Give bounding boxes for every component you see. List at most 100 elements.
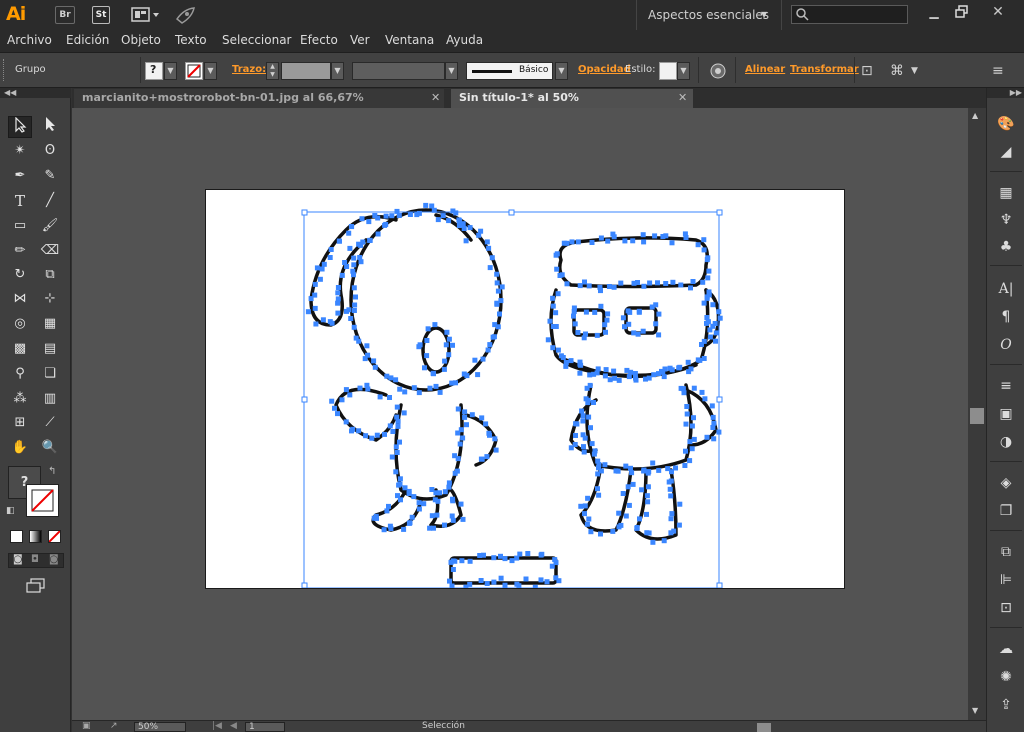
artboard[interactable] — [205, 189, 845, 590]
menu-objeto[interactable]: Objeto — [121, 30, 161, 52]
gradient-mode-button[interactable] — [29, 530, 42, 543]
control-panel-menu[interactable]: ≡ — [992, 62, 1004, 80]
more-options-dropdown[interactable]: ▼ — [911, 62, 918, 80]
handle-top-right[interactable] — [716, 209, 723, 216]
gradient-panel-button[interactable]: ▣ — [994, 403, 1018, 425]
close-window-button[interactable]: ✕ — [984, 2, 1012, 22]
dock-header[interactable]: ▶▶ — [987, 88, 1024, 98]
arrange-documents-button[interactable] — [131, 6, 161, 24]
swap-fill-stroke-button[interactable]: ↰ — [48, 466, 56, 477]
gpu-performance-button[interactable] — [174, 5, 198, 25]
layers-button[interactable]: ◈ — [994, 472, 1018, 494]
stroke-weight-input[interactable] — [281, 62, 331, 80]
recolor-artwork-button[interactable] — [709, 62, 727, 80]
export-button[interactable]: ⇪ — [994, 694, 1018, 716]
tab-marcianito-document[interactable]: marcianito+mostrorobot-bn-01.jpg al 66,6… — [74, 89, 444, 122]
transparency-button[interactable]: ◑ — [994, 431, 1018, 453]
tools-panel-header[interactable]: ◀◀ — [0, 88, 71, 98]
stock-button[interactable]: St — [92, 6, 110, 24]
column-graph-tool[interactable]: ▥ — [38, 388, 62, 410]
transform-button[interactable]: ⊡ — [994, 597, 1018, 619]
selection-tool[interactable] — [8, 116, 32, 138]
gradient-tool[interactable]: ▤ — [38, 338, 62, 360]
align-panel-link[interactable]: Alinear — [745, 64, 785, 75]
artboard-nav-icon[interactable]: ▣ — [82, 721, 91, 731]
scroll-up-icon[interactable]: ▲ — [972, 111, 978, 120]
handle-middle-left[interactable] — [301, 396, 308, 403]
mesh-tool[interactable]: ▩ — [8, 338, 32, 360]
width-tool[interactable]: ⋈ — [8, 288, 32, 310]
scrollbar-thumb[interactable] — [970, 408, 984, 424]
horizontal-scrollbar-thumb[interactable] — [757, 723, 771, 732]
line-segment-tool[interactable]: ╱ — [38, 190, 62, 212]
handle-top-center[interactable] — [508, 209, 515, 216]
rectangle-tool[interactable]: ▭ — [8, 215, 32, 237]
paintbrush-tool[interactable]: 🖌 — [38, 215, 62, 237]
menu-ventana[interactable]: Ventana — [385, 30, 434, 52]
close-icon[interactable]: ✕ — [678, 89, 687, 107]
slice-tool[interactable]: ⟋ — [38, 412, 62, 434]
stroke-panel-link[interactable]: Trazo: — [232, 64, 266, 75]
direct-selection-tool[interactable] — [38, 116, 62, 138]
handle-bottom-left[interactable] — [301, 582, 308, 589]
character-button[interactable]: A| — [994, 278, 1018, 300]
default-colors-button[interactable]: ◧ — [6, 506, 15, 516]
pencil-tool[interactable]: ✏ — [8, 240, 32, 262]
color-mode-button[interactable] — [10, 530, 23, 543]
page-field[interactable]: 1 — [245, 722, 285, 732]
transform-panel-link[interactable]: Transformar — [790, 64, 859, 75]
libraries-button[interactable]: ☁ — [994, 638, 1018, 660]
opentype-button[interactable]: O — [994, 334, 1018, 356]
pathfinder-button[interactable]: ⧉ — [994, 541, 1018, 563]
search-input[interactable] — [791, 5, 908, 24]
graphic-style-dropdown[interactable]: ▼ — [677, 62, 690, 80]
eyedropper-tool[interactable]: ⚲ — [8, 363, 32, 385]
artwork[interactable] — [206, 190, 844, 590]
menu-archivo[interactable]: Archivo — [7, 30, 52, 52]
selection-bounding-box[interactable] — [301, 209, 723, 589]
scale-tool[interactable]: ⧉ — [38, 264, 62, 286]
handle-middle-right[interactable] — [716, 396, 723, 403]
bridge-button[interactable]: Br — [55, 6, 75, 24]
appearance-button[interactable]: ✺ — [994, 666, 1018, 688]
brush-dropdown[interactable]: ▼ — [555, 62, 568, 80]
minimize-button[interactable]: ▁ — [920, 2, 948, 22]
symbols-button[interactable]: ♣ — [994, 236, 1018, 258]
zoom-tool[interactable]: 🔍 — [38, 437, 62, 459]
perspective-grid-tool[interactable]: ▦ — [38, 313, 62, 335]
zoom-field[interactable]: 50% — [134, 722, 186, 732]
align-button[interactable]: ⊫ — [994, 569, 1018, 591]
artboards-button[interactable]: ❐ — [994, 500, 1018, 522]
isolate-group-button[interactable]: ⊡ — [861, 62, 873, 80]
puppet-warp-button[interactable]: ⌘ — [890, 62, 904, 80]
opacity-panel-link[interactable]: Opacidad — [578, 64, 631, 75]
first-page-icon[interactable]: |◀ — [212, 721, 222, 731]
menu-texto[interactable]: Texto — [175, 30, 207, 52]
handle-bottom-right[interactable] — [716, 582, 723, 589]
brush-definition[interactable]: Básico — [466, 62, 553, 80]
hand-tool[interactable]: ✋ — [8, 437, 32, 459]
menu-efecto[interactable]: Efecto — [300, 30, 338, 52]
brushes-button[interactable]: ♆ — [994, 209, 1018, 231]
screen-mode-button[interactable] — [26, 578, 46, 594]
tab-untitled-document[interactable]: Sin título-1* al 50% (RGB/Previsualizar)… — [451, 89, 693, 122]
drawing-modes[interactable]: ◙ ◘ ◙ — [8, 553, 64, 568]
panel-grip[interactable] — [3, 59, 6, 81]
color-guide-button[interactable]: ◢ — [994, 141, 1018, 163]
variable-width-dropdown[interactable]: ▼ — [445, 62, 458, 80]
none-mode-button[interactable] — [48, 530, 61, 543]
fill-dropdown[interactable]: ▼ — [164, 62, 177, 80]
free-transform-tool[interactable]: ⊹ — [38, 288, 62, 310]
vertical-scrollbar[interactable]: ▲ ▼ — [968, 108, 986, 720]
eraser-tool[interactable]: ⌫ — [38, 240, 62, 262]
rotate-tool[interactable]: ↻ — [8, 264, 32, 286]
prev-page-icon[interactable]: ◀ — [230, 721, 237, 731]
stroke-swatch[interactable] — [185, 62, 203, 80]
curvature-tool[interactable]: ✎ — [38, 165, 62, 187]
canvas-area[interactable] — [72, 108, 968, 720]
stroke-weight-dropdown[interactable]: ▼ — [331, 62, 344, 80]
stroke-color-box[interactable] — [26, 484, 59, 517]
color-panel-button[interactable]: 🎨 — [994, 113, 1018, 135]
blend-tool[interactable]: ❏ — [38, 363, 62, 385]
paragraph-button[interactable]: ¶ — [994, 306, 1018, 328]
